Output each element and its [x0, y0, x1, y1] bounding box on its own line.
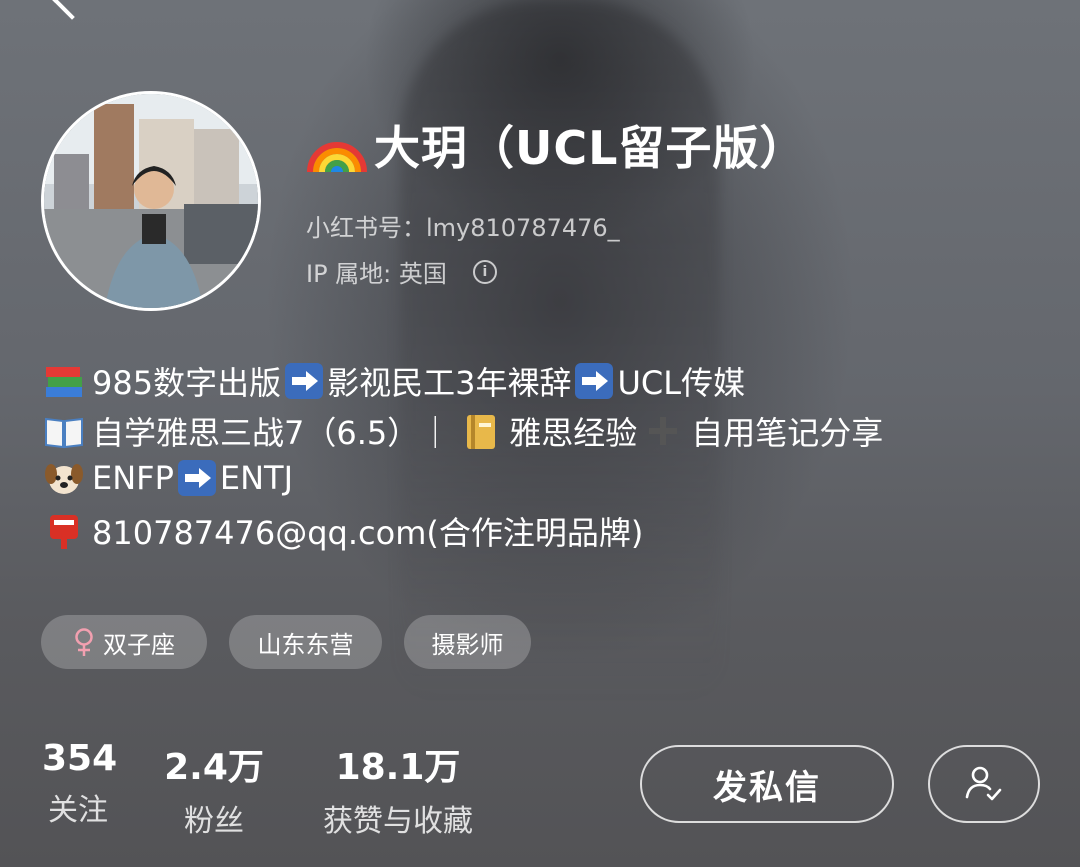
send-message-label: 发私信: [713, 767, 821, 808]
mailbox-icon: [44, 511, 84, 551]
back-icon[interactable]: [52, 0, 92, 20]
bio-line-2: 自学雅思三战7（6.5）｜ 雅思经验 自用笔记分享: [44, 408, 883, 454]
stat-label: 获赞与收藏: [323, 804, 473, 839]
bio-text: ENTJ: [219, 459, 293, 497]
tag-label: 双子座: [103, 630, 175, 659]
tag-label: 摄影师: [431, 630, 504, 659]
bio-text: ENFP: [92, 459, 174, 497]
nickname-text: 大玥（UCL留子版）: [374, 121, 807, 175]
bio-line-4: 810787476@qq.com(合作注明品牌): [44, 508, 643, 554]
stat-count: 2.4万: [164, 747, 264, 788]
red-id-text: 小红书号：lmy810787476_: [306, 214, 620, 242]
send-message-button[interactable]: 发私信: [640, 745, 894, 823]
bio-line-3: ENFP ENTJ: [44, 458, 293, 498]
user-check-icon: [965, 766, 1002, 801]
stat-label: 粉丝: [184, 804, 244, 839]
nickname: 大玥（UCL留子版）: [306, 112, 806, 178]
bio-text: UCL传媒: [617, 364, 746, 402]
rainbow-emoji-icon: [307, 142, 367, 173]
bio-text: 985数字出版: [92, 364, 282, 402]
stat-label: 关注: [48, 793, 108, 828]
follow-button[interactable]: [928, 745, 1040, 823]
avatar[interactable]: [41, 91, 261, 311]
ip-location-text: IP 属地: 英国: [306, 260, 447, 288]
tag-label: 山东东营: [257, 630, 354, 659]
bio-text: 影视民工3年裸辞: [327, 364, 572, 402]
bio-line-1: 985数字出版 影视民工3年裸辞 UCL传媒: [44, 358, 745, 404]
female-icon: [75, 628, 93, 656]
bio-text: 810787476@qq.com(合作注明品牌): [92, 514, 644, 552]
open-book-icon: [44, 411, 84, 451]
bio-text: 雅思经验: [509, 414, 638, 452]
dog-face-icon: [44, 458, 84, 498]
background-photo: [400, 0, 720, 700]
books-icon: [44, 361, 84, 401]
ip-location: IP 属地: 英国 i: [306, 254, 497, 289]
right-arrow-icon: [575, 363, 614, 399]
right-arrow-icon: [285, 363, 324, 399]
tag-profession[interactable]: 摄影师: [404, 615, 531, 669]
tag-location[interactable]: 山东东营: [229, 615, 382, 669]
right-arrow-icon: [177, 460, 216, 496]
plus-icon: [643, 411, 683, 451]
bio-text: 自学雅思三战7（6.5）｜: [92, 414, 452, 452]
notebook-icon: [461, 411, 501, 451]
stat-count: 354: [42, 738, 118, 779]
tag-zodiac[interactable]: 双子座: [41, 615, 207, 669]
red-id[interactable]: 小红书号：lmy810787476_: [306, 208, 620, 243]
info-icon[interactable]: i: [472, 259, 497, 284]
stat-following[interactable]: 354 关注: [42, 738, 118, 829]
stat-followers[interactable]: 2.4万 粉丝: [160, 738, 268, 840]
stat-count: 18.1万: [335, 747, 461, 788]
stat-likes-collections[interactable]: 18.1万 获赞与收藏: [312, 738, 484, 840]
bio-text: 自用笔记分享: [691, 414, 884, 452]
